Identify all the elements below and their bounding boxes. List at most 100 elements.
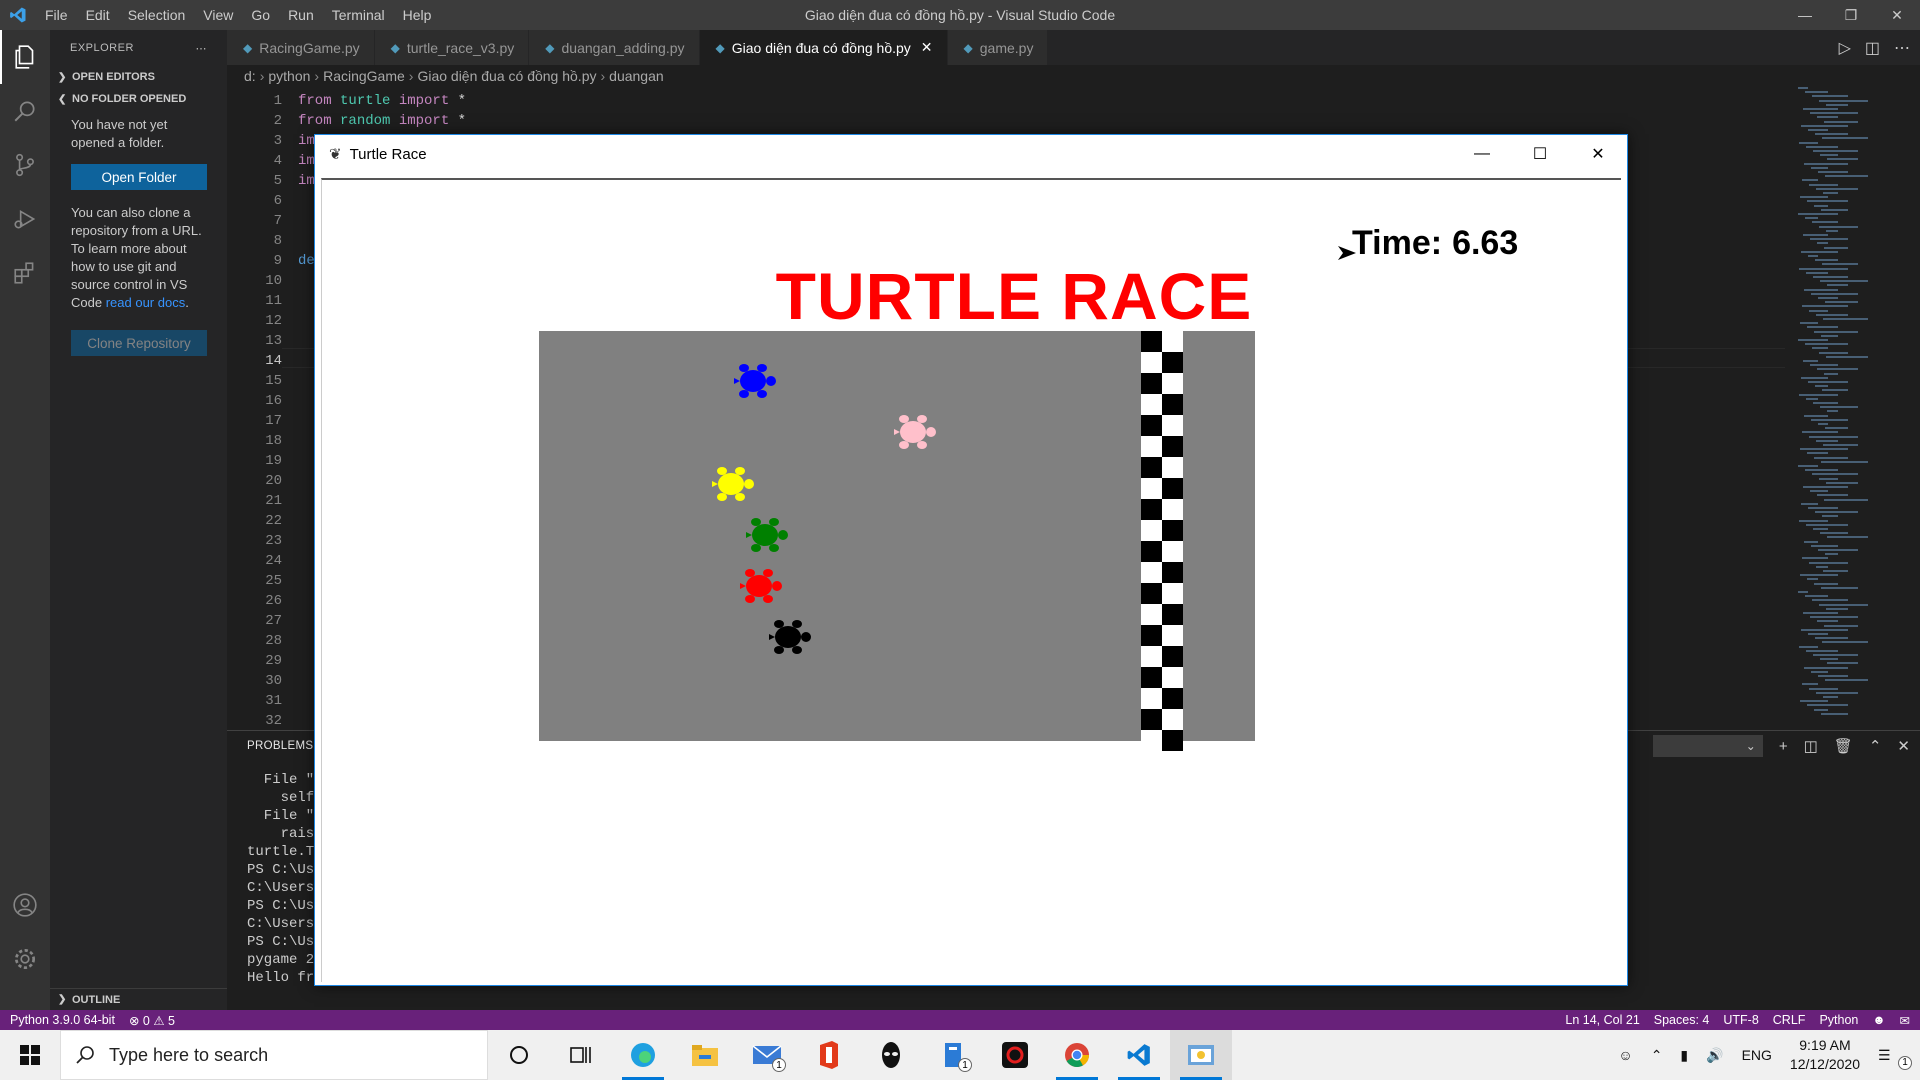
terminal-output[interactable]: File " self File " rais turtle.T PS C:\Us C… xyxy=(247,771,314,987)
terminal-line: rais xyxy=(247,826,315,842)
menu-edit[interactable]: Edit xyxy=(77,7,119,23)
line-number: 14 xyxy=(265,353,282,369)
menu-file[interactable]: File xyxy=(36,7,77,23)
python-interpreter[interactable]: Python 3.9.0 64-bit xyxy=(10,1013,115,1027)
finish-square xyxy=(1141,457,1162,478)
extensions-icon[interactable] xyxy=(0,246,50,300)
chevron-up-icon[interactable]: ⌃ xyxy=(1651,1047,1663,1064)
outline-section[interactable]: ❯ OUTLINE xyxy=(50,988,227,1010)
terminal-line: File " xyxy=(247,772,315,788)
read-docs-link[interactable]: read our docs xyxy=(106,295,186,310)
menu-selection[interactable]: Selection xyxy=(119,7,195,23)
menu-help[interactable]: Help xyxy=(394,7,441,23)
notification-center-icon[interactable]: ☰ 1 xyxy=(1878,1047,1912,1070)
minimap-line xyxy=(1805,595,1828,598)
windows-start-icon[interactable] xyxy=(0,1030,60,1080)
restore-icon[interactable]: ❐ xyxy=(1828,0,1874,30)
breadcrumb-item[interactable]: d: xyxy=(244,68,256,84)
indentation[interactable]: Spaces: 4 xyxy=(1654,1013,1710,1027)
tab-file[interactable]: ◆ RacingGame.py xyxy=(227,30,375,65)
no-folder-section[interactable]: ❮ NO FOLDER OPENED xyxy=(50,88,227,110)
files-app-icon[interactable]: 1 xyxy=(922,1030,984,1080)
minimap-line xyxy=(1819,351,1848,354)
minimize-icon[interactable]: — xyxy=(1782,0,1828,30)
turtle-canvas[interactable]: Time: 6.63 TURTLE RACE xyxy=(321,178,1621,982)
chrome-icon[interactable] xyxy=(1046,1030,1108,1080)
language-mode[interactable]: Python xyxy=(1819,1013,1858,1027)
tab-file[interactable]: ◆ Giao diện đua có đồng hồ.py ✕ xyxy=(699,30,948,65)
clone-repository-button[interactable]: Clone Repository xyxy=(71,330,207,356)
tab-file[interactable]: ◆ turtle_race_v3.py xyxy=(374,30,530,65)
language-indicator[interactable]: ENG xyxy=(1742,1047,1772,1063)
end-of-line[interactable]: CRLF xyxy=(1773,1013,1806,1027)
explorer-icon[interactable] xyxy=(0,30,50,84)
minimap-line xyxy=(1809,309,1828,312)
tab-problems[interactable]: PROBLEMS xyxy=(247,740,313,752)
terminal-select[interactable]: ⌄ xyxy=(1652,735,1763,757)
python-turtle-taskbar-icon[interactable] xyxy=(1170,1030,1232,1080)
feedback-icon[interactable]: ☻ xyxy=(1872,1013,1885,1027)
split-editor-icon[interactable]: ◫ xyxy=(1865,38,1880,58)
trash-icon[interactable]: 🗑 xyxy=(1834,737,1853,755)
minimap[interactable] xyxy=(1790,87,1910,727)
line-number: 26 xyxy=(265,593,282,609)
tab-file[interactable]: ◆ duangan_adding.py xyxy=(529,30,700,65)
close-tab-icon[interactable]: ✕ xyxy=(921,39,933,56)
menu-run[interactable]: Run xyxy=(279,7,323,23)
close-panel-icon[interactable]: ✕ xyxy=(1897,737,1910,755)
mail-icon[interactable]: 1 xyxy=(736,1030,798,1080)
minimap-line xyxy=(1814,204,1828,207)
minimap-line xyxy=(1826,481,1858,484)
taskbar-search-box[interactable]: Type here to search xyxy=(60,1030,488,1080)
more-actions-icon[interactable]: ⋯ xyxy=(1894,38,1910,58)
open-editors-section[interactable]: ❯ OPEN EDITORS xyxy=(50,66,227,88)
edge-browser-icon[interactable] xyxy=(612,1030,674,1080)
code-token: * xyxy=(449,93,467,109)
menu-terminal[interactable]: Terminal xyxy=(323,7,394,23)
outline-label: OUTLINE xyxy=(72,993,121,1006)
python-file-icon: ◆ xyxy=(243,40,253,55)
chevron-up-icon[interactable]: ⌃ xyxy=(1869,737,1882,755)
alienware-icon[interactable] xyxy=(860,1030,922,1080)
more-actions-icon[interactable]: ⋯ xyxy=(196,42,208,55)
office-icon[interactable] xyxy=(798,1030,860,1080)
garena-icon[interactable] xyxy=(984,1030,1046,1080)
run-debug-icon[interactable] xyxy=(0,192,50,246)
encoding[interactable]: UTF-8 xyxy=(1723,1013,1758,1027)
task-view-icon[interactable] xyxy=(550,1030,612,1080)
minimize-icon[interactable]: — xyxy=(1453,135,1511,173)
clock[interactable]: 9:19 AM 12/12/2020 xyxy=(1790,1036,1860,1074)
line-number: 10 xyxy=(265,273,282,289)
people-icon[interactable]: ☺ xyxy=(1618,1047,1632,1063)
problems-count[interactable]: ⊗ 0 ⚠ 5 xyxy=(129,1013,175,1028)
battery-icon[interactable]: ▮ xyxy=(1680,1047,1688,1064)
breadcrumb-item[interactable]: Giao diện đua có đồng hồ.py xyxy=(417,68,596,84)
maximize-icon[interactable]: ☐ xyxy=(1511,135,1569,173)
minimap-line xyxy=(1805,91,1828,94)
breadcrumb-item[interactable]: python xyxy=(268,68,310,84)
run-file-icon[interactable]: ▷ xyxy=(1839,38,1851,58)
menu-go[interactable]: Go xyxy=(242,7,279,23)
split-terminal-icon[interactable]: ◫ xyxy=(1804,737,1818,755)
tab-file[interactable]: ◆ game.py xyxy=(947,30,1049,65)
chevron-right-icon: › xyxy=(259,68,265,84)
breadcrumb-item[interactable]: duangan xyxy=(609,68,664,84)
notifications-bell-icon[interactable]: ✉ xyxy=(1900,1013,1910,1028)
breadcrumb-item[interactable]: RacingGame xyxy=(323,68,405,84)
source-control-icon[interactable] xyxy=(0,138,50,192)
cursor-position[interactable]: Ln 14, Col 21 xyxy=(1565,1013,1639,1027)
close-icon[interactable]: ✕ xyxy=(1569,135,1627,173)
close-icon[interactable]: ✕ xyxy=(1874,0,1920,30)
cortana-icon[interactable] xyxy=(488,1030,550,1080)
file-explorer-icon[interactable] xyxy=(674,1030,736,1080)
account-icon[interactable] xyxy=(0,878,50,932)
menu-view[interactable]: View xyxy=(194,7,242,23)
add-terminal-icon[interactable]: + xyxy=(1779,738,1788,755)
vscode-taskbar-icon[interactable] xyxy=(1108,1030,1170,1080)
turtle-window-title: Turtle Race xyxy=(349,145,427,163)
search-icon[interactable] xyxy=(0,84,50,138)
minimap-line xyxy=(1823,318,1868,320)
volume-icon[interactable]: 🔊 xyxy=(1706,1047,1723,1064)
open-folder-button[interactable]: Open Folder xyxy=(71,164,207,190)
settings-gear-icon[interactable] xyxy=(0,932,50,986)
